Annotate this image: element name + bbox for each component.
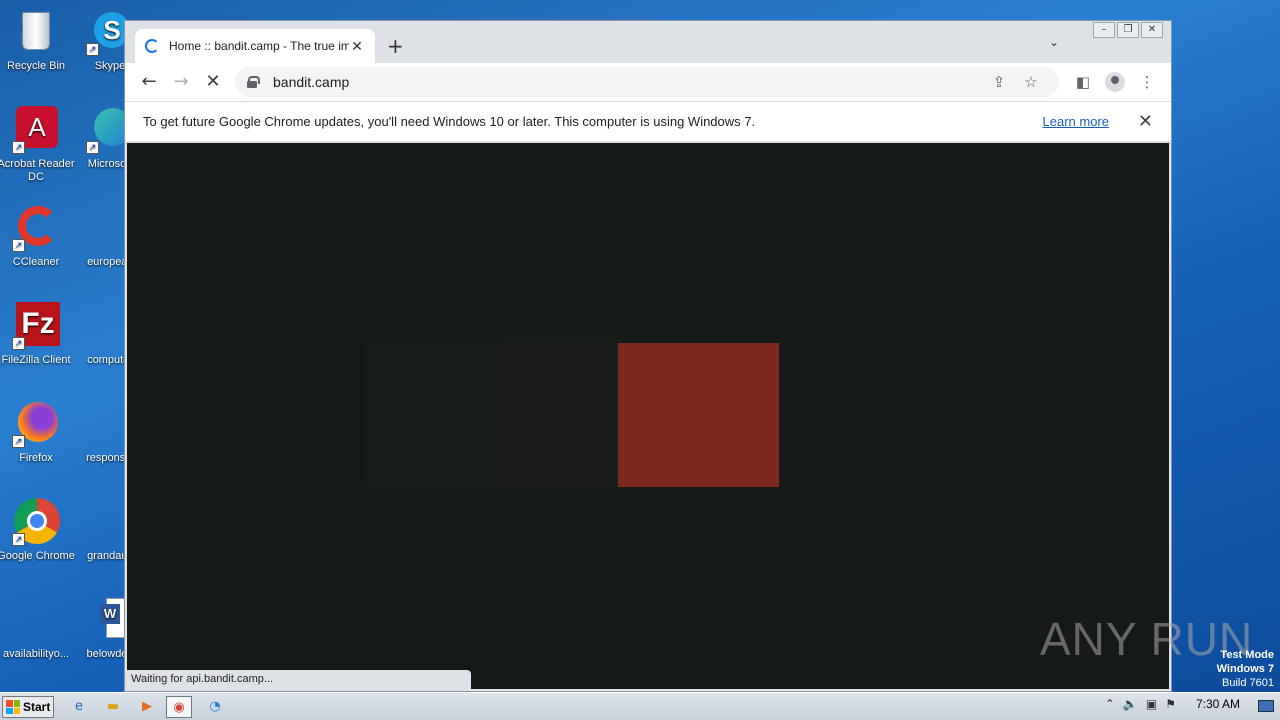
desktop-icon-filezilla[interactable]: Fz ↗ FileZilla Client — [0, 302, 76, 367]
learn-more-link[interactable]: Learn more — [1043, 114, 1109, 129]
browser-window: Home :: bandit.camp - The true imme ✕ + … — [124, 20, 1172, 692]
desktop-icon-recycle-bin[interactable]: Recycle Bin — [0, 8, 76, 73]
lock-icon[interactable] — [247, 76, 260, 88]
toolbar: ← → ✕ bandit.camp ⇪ ☆ ◧ ⋮ — [125, 63, 1171, 101]
edge-taskbar-icon[interactable]: ◔ — [202, 696, 228, 718]
infobar-message: To get future Google Chrome updates, you… — [143, 114, 756, 129]
chrome-icon: ↗ — [12, 498, 60, 546]
close-window-button[interactable]: ✕ — [1141, 22, 1163, 38]
chrome-taskbar-icon[interactable]: ◉ — [166, 696, 192, 718]
restore-button[interactable]: ❐ — [1117, 22, 1139, 38]
ie-taskbar-icon[interactable]: e — [66, 696, 92, 718]
media-player-taskbar-icon[interactable]: ▶ — [134, 696, 160, 718]
menu-icon[interactable]: ⋮ — [1131, 73, 1163, 91]
address-bar[interactable]: bandit.camp ⇪ ☆ — [235, 67, 1059, 97]
recycle-bin-icon — [12, 8, 60, 56]
desktop-icon-availability[interactable]: availabilityo... — [0, 596, 76, 661]
document-icon — [12, 596, 60, 644]
desktop-icon-ccleaner[interactable]: ↗ CCleaner — [0, 204, 76, 269]
infobar-close-icon[interactable]: ✕ — [1138, 111, 1153, 132]
loading-block — [365, 343, 507, 487]
ccleaner-icon: ↗ — [12, 204, 60, 252]
status-bubble: Waiting for api.bandit.camp... — [127, 670, 471, 690]
new-tab-button[interactable]: + — [387, 34, 404, 58]
loading-block — [505, 343, 619, 487]
loading-block-accent — [618, 343, 779, 487]
back-button[interactable]: ← — [133, 66, 165, 98]
action-center-flag-icon[interactable]: ⚑ — [1165, 697, 1176, 711]
update-infobar: To get future Google Chrome updates, you… — [125, 101, 1171, 142]
network-icon[interactable]: ▣ — [1146, 697, 1157, 711]
windows-flag-icon — [6, 700, 20, 714]
desktop-icon-acrobat[interactable]: A ↗ Acrobat Reader DC — [0, 106, 76, 184]
desktop-icon-chrome[interactable]: ↗ Google Chrome — [0, 498, 76, 563]
acrobat-icon: A ↗ — [12, 106, 60, 154]
stop-loading-button[interactable]: ✕ — [197, 66, 229, 98]
start-button[interactable]: Start — [2, 696, 54, 718]
show-desktop-button[interactable] — [1258, 700, 1274, 712]
loading-spinner-icon — [145, 39, 159, 53]
side-panel-icon[interactable]: ◧ — [1067, 73, 1099, 91]
tab-strip: Home :: bandit.camp - The true imme ✕ + … — [125, 21, 1171, 63]
filezilla-icon: Fz ↗ — [12, 302, 60, 350]
share-icon[interactable]: ⇪ — [983, 73, 1015, 91]
clock[interactable]: 7:30 AM — [1196, 697, 1240, 711]
volume-icon[interactable]: 🔈 — [1123, 697, 1138, 711]
window-controls: – ❐ ✕ — [1093, 22, 1163, 38]
bookmark-star-icon[interactable]: ☆ — [1015, 73, 1047, 91]
tab-close-icon[interactable]: ✕ — [349, 38, 365, 55]
url-text[interactable]: bandit.camp — [273, 74, 983, 90]
desktop-icon-firefox[interactable]: ↗ Firefox — [0, 400, 76, 465]
taskbar: Start e ▬ ▶ ◉ ◔ ⌃ 🔈 ▣ ⚑ 7:30 AM — [0, 692, 1280, 720]
tab-home[interactable]: Home :: bandit.camp - The true imme ✕ — [135, 29, 375, 63]
forward-button[interactable]: → — [165, 66, 197, 98]
tab-search-button[interactable]: ⌄ — [1049, 35, 1059, 49]
tab-title: Home :: bandit.camp - The true imme — [169, 39, 349, 53]
profile-avatar[interactable] — [1105, 72, 1125, 92]
system-tray: ⌃ 🔈 ▣ ⚑ 7:30 AM — [1105, 697, 1240, 711]
minimize-button[interactable]: – — [1093, 22, 1115, 38]
test-mode-notice: Test Mode Windows 7 Build 7601 — [1216, 649, 1274, 689]
firefox-icon: ↗ — [12, 400, 60, 448]
page-content — [127, 143, 1169, 689]
explorer-taskbar-icon[interactable]: ▬ — [100, 696, 126, 718]
tray-expand-icon[interactable]: ⌃ — [1105, 697, 1115, 711]
